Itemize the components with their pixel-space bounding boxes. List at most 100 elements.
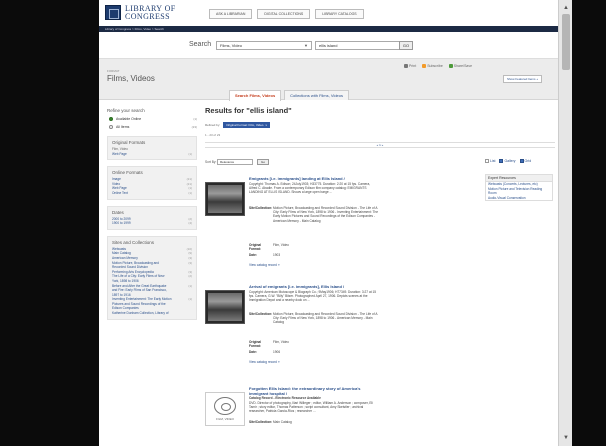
list-view-button[interactable]: List — [485, 159, 495, 163]
radio-count: (1) — [193, 117, 197, 121]
facet-count: (1) — [188, 297, 192, 302]
facet-heading: Original Formats — [112, 140, 146, 145]
sort-select[interactable]: Relevance — [217, 159, 253, 165]
radio-count: (23) — [191, 125, 197, 129]
share-tool[interactable]: Share/Save — [448, 64, 473, 68]
pagination[interactable]: « 1 » — [205, 142, 555, 148]
facet-count: (3) — [188, 260, 192, 265]
scroll-down-icon[interactable]: ▼ — [562, 434, 570, 442]
scroll-thumb[interactable] — [562, 14, 570, 70]
facet-count: (4) — [188, 221, 192, 226]
format-row: Original Format: Film, Video — [249, 243, 379, 251]
format-row: Original Format: Film, Video — [249, 340, 379, 348]
vertical-scrollbar[interactable]: ▲ ▼ — [558, 0, 572, 446]
film-still-image — [208, 293, 242, 321]
field-value: 1903 — [273, 253, 281, 257]
print-label: Print — [409, 64, 417, 68]
logo-line2: CONGRESS — [125, 12, 170, 21]
facet-item[interactable]: Katherine Dunham Collection, Library of — [112, 311, 192, 316]
result-thumbnail[interactable] — [205, 290, 245, 324]
search-go-button[interactable]: GO — [399, 41, 413, 50]
refined-by-label: Refined by: — [205, 123, 221, 127]
view-toggle: List Gallery Grid — [485, 159, 531, 163]
grid-icon — [519, 159, 524, 163]
filter-chip[interactable]: Original Format: Film, Video x — [223, 122, 270, 128]
facet-item[interactable]: Motion Picture, Broadcasting and Recorde… — [112, 261, 192, 270]
close-icon[interactable]: x — [265, 123, 267, 127]
view-label: Grid — [524, 159, 532, 163]
gallery-view-button[interactable]: Gallery — [499, 159, 516, 163]
format-label: FORMAT — [107, 69, 120, 73]
result-thumbnail[interactable]: FILM, VIDEO — [205, 392, 245, 426]
result-title-link[interactable]: Forgotten Ellis Island: the extraordinar… — [249, 386, 379, 396]
field-value: 1906 — [273, 350, 281, 354]
facet-count: (2) — [188, 274, 192, 279]
available-online-radio[interactable]: Available Online (1) — [109, 116, 197, 122]
subscribe-tool[interactable]: Subscribe — [422, 64, 443, 68]
expert-link[interactable]: Audio-Visual Conservation — [486, 196, 552, 201]
scroll-up-icon[interactable]: ▲ — [562, 4, 570, 12]
search-scope-select[interactable]: Films, Video ▼ — [216, 41, 312, 50]
thumbnail-caption: FILM, VIDEO — [216, 417, 234, 421]
expert-link[interactable]: Motion Picture and Television Reading Ro… — [486, 187, 552, 196]
search-input[interactable]: ellis island x — [315, 41, 411, 50]
ask-librarian-link[interactable]: ASK A LIBRARIAN — [209, 9, 253, 19]
field-label: Date: — [249, 350, 257, 354]
view-record-link[interactable]: View catalog record » — [249, 263, 280, 267]
online-formats-facet: Online Formats Image (21) Video (21) Web P… — [107, 166, 197, 200]
film-reel-icon — [214, 397, 236, 415]
site-header: LIBRARY OF CONGRESS ASK A LIBRARIAN DIGI… — [99, 0, 558, 26]
result-range: 1 - 23 of 23 — [205, 133, 221, 137]
list-icon — [485, 159, 489, 163]
breadcrumb[interactable]: Library of Congress > Films, Video > Sea… — [105, 26, 164, 32]
facet-item[interactable]: Before and After the Great Earthquake an… — [112, 284, 192, 298]
result-thumbnail[interactable] — [205, 182, 245, 216]
film-still-image — [208, 185, 242, 213]
results-title: Results for "ellis island" — [205, 106, 292, 115]
library-catalogs-link[interactable]: LIBRARY CATALOGS — [315, 9, 364, 19]
digital-collections-link[interactable]: DIGITAL COLLECTIONS — [257, 9, 311, 19]
field-value: Main Catalog — [273, 420, 292, 424]
expert-resources: Expert Resources Webcasts (Concerts, Lec… — [485, 174, 553, 201]
sort-bar: Sort By: Relevance Go List Gallery Grid — [205, 159, 555, 167]
result-subtitle: Catalog Record - Electronic Resource Ava… — [249, 396, 321, 400]
result-description: DVD. Director of photography, Iliari Wil… — [249, 401, 373, 414]
date-row: Date: 1903 — [249, 253, 379, 257]
browser-page: LIBRARY OF CONGRESS ASK A LIBRARIAN DIGI… — [99, 0, 558, 446]
facet-item[interactable]: 1900 to 1999 (4) — [112, 221, 192, 226]
result-item: FILM, VIDEO Forgotten Ellis Island: the … — [205, 386, 445, 446]
facet-label: Online Text — [112, 190, 128, 195]
tab-search-films[interactable]: Search Films, Videos — [229, 90, 282, 101]
facet-label: Before and After the Great Earthquake an… — [112, 283, 167, 297]
sort-value: Relevance — [220, 160, 235, 164]
view-label: List — [490, 159, 496, 163]
facet-label: Web Page — [112, 151, 127, 156]
facet-item[interactable]: Online Text (1) — [112, 191, 192, 196]
result-title-link[interactable]: Arrival of emigrants [i.e. immigrants], … — [249, 284, 379, 289]
print-tool[interactable]: Print — [404, 64, 416, 68]
show-featured-button[interactable]: Show Featured Items + — [503, 75, 543, 83]
tab-bar: Search Films, Videos Collections with Fi… — [229, 90, 350, 101]
view-record-link[interactable]: View catalog record » — [249, 360, 280, 364]
field-value: Motion Picture, Broadcasting and Recorde… — [273, 206, 379, 223]
facet-label: 1900 to 1999 — [112, 221, 131, 226]
dates-facet: Dates 2000 to 2099 (2) 1900 to 1999 (4) — [107, 205, 197, 230]
facet-heading: Online Formats — [112, 170, 143, 176]
result-title-link[interactable]: Emigrants [i.e. immigrants] landing at E… — [249, 176, 379, 181]
grid-view-button[interactable]: Grid — [519, 159, 532, 163]
facet-item[interactable]: The Life of a City: Early Films of New Y… — [112, 274, 192, 283]
subscribe-label: Subscribe — [427, 64, 443, 68]
refined-by: Refined by: Original Format: Film, Video… — [205, 122, 270, 128]
refine-heading: Refine your search — [107, 108, 145, 113]
chevron-down-icon: ▼ — [304, 43, 308, 48]
site-collection-row: Site/Collection: Main Catalog — [249, 420, 379, 424]
facet-item[interactable]: Web Page (1) — [112, 152, 192, 157]
tab-collections[interactable]: Collections with Films, Videos — [284, 90, 350, 100]
sort-go-button[interactable]: Go — [257, 159, 269, 165]
loc-logo[interactable]: LIBRARY OF CONGRESS — [105, 4, 193, 21]
loc-logo-icon — [105, 5, 121, 20]
facet-item[interactable]: Inventing Entertainment: The Early Motio… — [112, 297, 192, 311]
rss-icon — [422, 64, 427, 68]
share-label: Share/Save — [453, 64, 473, 68]
all-items-radio[interactable]: All Items (23) — [109, 124, 197, 130]
